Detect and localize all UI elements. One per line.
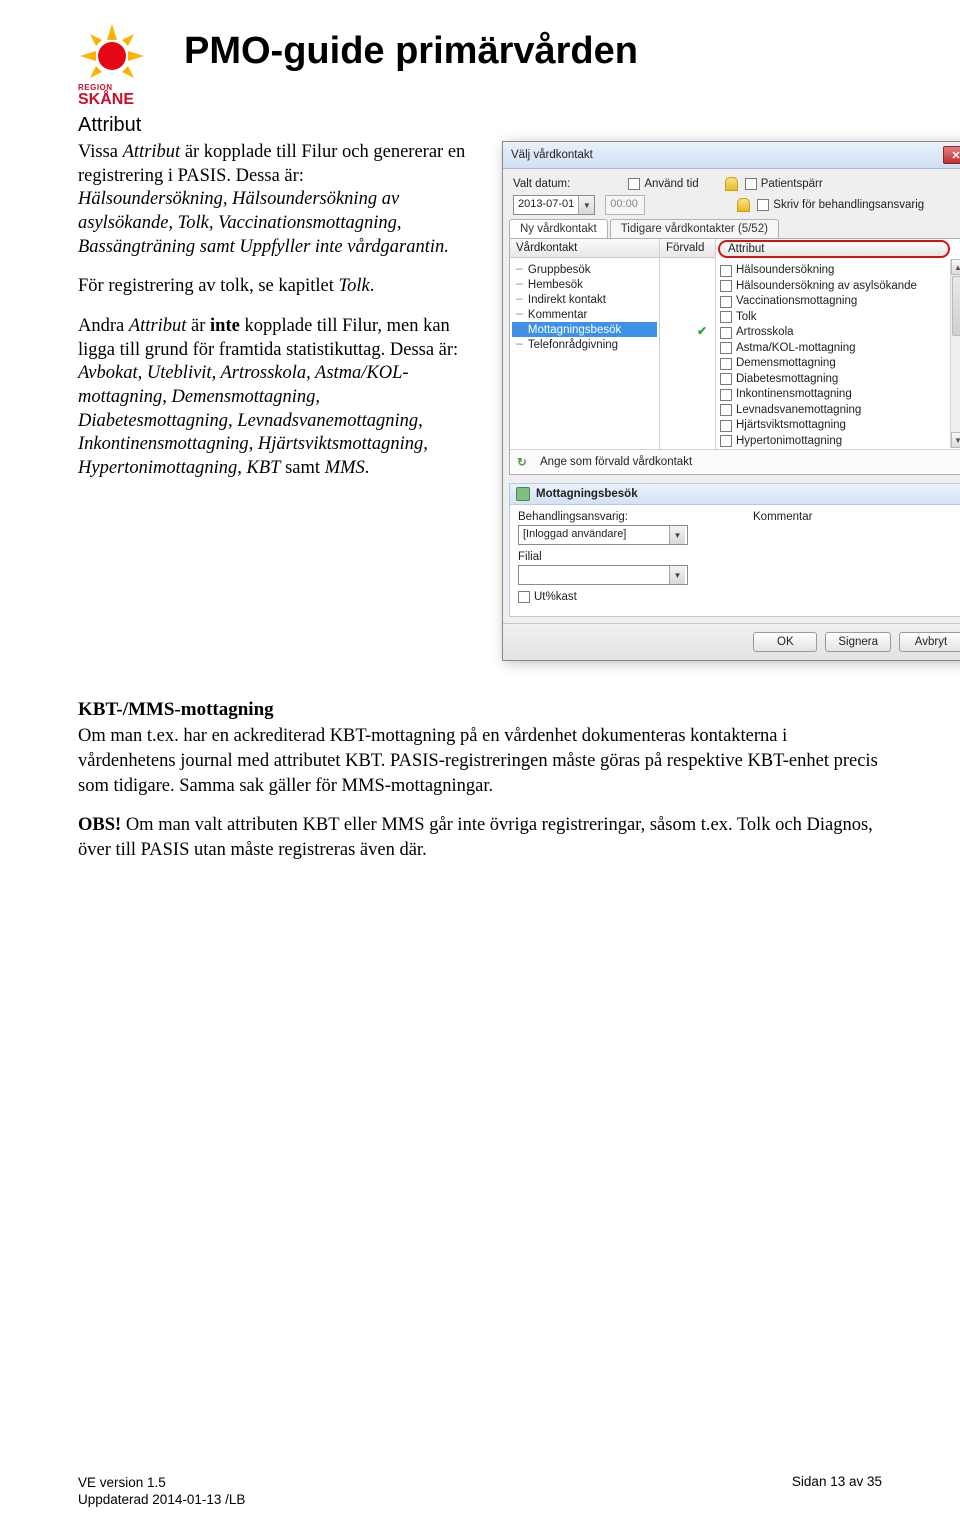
checkbox-icon — [720, 420, 732, 432]
kbt-paragraph-2: OBS! Om man valt attributen KBT eller MM… — [78, 813, 882, 863]
tab-tidigare[interactable]: Tidigare vårdkontakter (5/52) — [610, 219, 779, 238]
tree-item[interactable]: —Kommentar — [512, 307, 657, 322]
dialog-button-bar: OK Signera Avbryt — [503, 623, 960, 660]
attribute-item[interactable]: Demensmottagning — [718, 356, 960, 372]
kbt-section: KBT-/MMS-mottagning Om man t.ex. har en … — [78, 697, 882, 862]
section-heading: Attribut — [78, 114, 882, 137]
chevron-down-icon: ▼ — [578, 196, 594, 214]
lock-icon — [725, 177, 738, 191]
tree-item[interactable]: —Telefonrådgivning — [512, 337, 657, 352]
attribute-item[interactable]: Artrosskola — [718, 325, 960, 341]
page-header: REGION SKÅNE PMO-guide primärvården — [78, 22, 882, 108]
close-button[interactable]: ✕ — [943, 146, 960, 164]
checkbox-icon — [720, 311, 732, 323]
attribute-list[interactable]: HälsoundersökningHälsoundersökning av as… — [716, 259, 960, 449]
kbt-paragraph-1: Om man t.ex. har en ackrediterad KBT-mot… — [78, 724, 882, 798]
filial-label: Filial — [518, 551, 688, 563]
attribute-item[interactable]: Hjärtsviktsmottagning — [718, 418, 960, 434]
tree-item[interactable]: —Gruppbesök — [512, 262, 657, 277]
checkbox-icon — [720, 435, 732, 447]
dialog-title: Välj vårdkontakt — [511, 149, 593, 161]
logo-name-text: SKÅNE — [78, 91, 134, 108]
behandling-combo[interactable]: [Inloggad användare] ▼ — [518, 525, 688, 545]
tree-item[interactable]: —Mottagningsbesök — [512, 322, 657, 337]
checkbox-icon — [720, 265, 732, 277]
dialog-window: Välj vårdkontakt ✕ Valt datum: Använd ti… — [502, 141, 960, 661]
page-footer: VE version 1.5 Uppdaterad 2014-01-13 /LB… — [78, 1474, 882, 1509]
checkbox-icon — [720, 296, 732, 308]
checkbox-icon — [720, 404, 732, 416]
attribute-item[interactable]: Astma/KOL-mottagning — [718, 341, 960, 357]
checkbox-icon — [720, 373, 732, 385]
checkbox-icon — [720, 342, 732, 354]
utkast-checkbox[interactable]: Ut%kast — [518, 591, 577, 603]
detail-header-icon — [516, 487, 530, 501]
refresh-icon[interactable]: ↻ — [514, 454, 530, 470]
kbt-heading: KBT-/MMS-mottagning — [78, 697, 882, 722]
scrollbar[interactable]: ▲ ▼ — [950, 259, 960, 448]
intro-text-column: Vissa Attribut är kopplade till Filur oc… — [78, 141, 474, 497]
checkbox-icon — [720, 280, 732, 292]
check-icon: ✔ — [695, 324, 709, 338]
tree-item[interactable]: —Hembesök — [512, 277, 657, 292]
ok-button[interactable]: OK — [753, 632, 817, 652]
ange-forvald-link[interactable]: Ange som förvald vårdkontakt — [540, 456, 692, 468]
anvand-tid-checkbox[interactable]: Använd tid — [628, 178, 698, 190]
intro-paragraph-1: Vissa Attribut är kopplade till Filur oc… — [78, 141, 474, 259]
intro-paragraph-2: För registrering av tolk, se kapitlet To… — [78, 275, 474, 299]
page-title: PMO-guide primärvården — [184, 30, 638, 73]
sun-icon — [78, 22, 146, 90]
checkbox-icon — [720, 327, 732, 339]
attribute-item[interactable]: Levnadsvanemottagning — [718, 403, 960, 419]
attribute-item[interactable]: Vaccinationsmottagning — [718, 294, 960, 310]
chevron-down-icon: ▼ — [669, 526, 685, 544]
attribute-item[interactable]: Hypertonimottagning — [718, 434, 960, 449]
attribute-item[interactable]: Tolk — [718, 310, 960, 326]
time-input[interactable]: 00:00 — [605, 195, 645, 215]
detail-panel: Behandlingsansvarig: [Inloggad användare… — [509, 504, 960, 617]
column-header-attribut: Attribut — [718, 240, 950, 258]
kommentar-label: Kommentar — [753, 511, 958, 523]
avbryt-button[interactable]: Avbryt — [899, 632, 960, 652]
attribute-item[interactable]: Inkontinensmottagning — [718, 387, 960, 403]
vardkontakt-tree[interactable]: —Gruppbesök—Hembesök—Indirekt kontakt—Ko… — [510, 258, 659, 356]
footer-version: VE version 1.5 — [78, 1475, 166, 1490]
filial-combo[interactable]: ▼ — [518, 565, 688, 585]
checkbox-icon — [720, 389, 732, 401]
tree-item[interactable]: —Indirekt kontakt — [512, 292, 657, 307]
skriv-for-checkbox[interactable]: Skriv för behandlingsansvarig — [737, 198, 924, 212]
column-header-vardkontakt: Vårdkontakt — [510, 239, 659, 258]
column-header-forvald: Förvald — [660, 239, 715, 258]
skane-logo: REGION SKÅNE — [78, 22, 164, 108]
behandling-label: Behandlingsansvarig: — [518, 511, 723, 523]
scroll-down-icon[interactable]: ▼ — [951, 432, 960, 448]
valt-datum-label: Valt datum: — [513, 178, 570, 190]
date-picker[interactable]: 2013-07-01 ▼ — [513, 195, 595, 215]
footer-page-number: Sidan 13 av 35 — [792, 1474, 882, 1509]
lock-icon — [737, 198, 750, 212]
tab-strip: Ny vårdkontakt Tidigare vårdkontakter (5… — [503, 219, 960, 238]
attribute-item[interactable]: Hälsoundersökning av asylsökande — [718, 279, 960, 295]
scroll-thumb[interactable] — [952, 276, 960, 336]
dialog-titlebar[interactable]: Välj vårdkontakt ✕ — [503, 142, 960, 169]
intro-paragraph-3: Andra Attribut är inte kopplade till Fil… — [78, 315, 474, 481]
forvald-check-cell: ✔ — [660, 324, 715, 338]
attribute-item[interactable]: Diabetesmottagning — [718, 372, 960, 388]
attribute-item[interactable]: Hälsoundersökning — [718, 263, 960, 279]
checkbox-icon — [720, 358, 732, 370]
footer-updated: Uppdaterad 2014-01-13 /LB — [78, 1492, 245, 1507]
patientsparr-checkbox[interactable]: Patientspärr — [725, 177, 823, 191]
chevron-down-icon: ▼ — [669, 566, 685, 584]
tab-ny-vardkontakt[interactable]: Ny vårdkontakt — [509, 219, 608, 238]
scroll-up-icon[interactable]: ▲ — [951, 259, 960, 275]
detail-header: Mottagningsbesök — [509, 483, 960, 504]
signera-button[interactable]: Signera — [825, 632, 891, 652]
